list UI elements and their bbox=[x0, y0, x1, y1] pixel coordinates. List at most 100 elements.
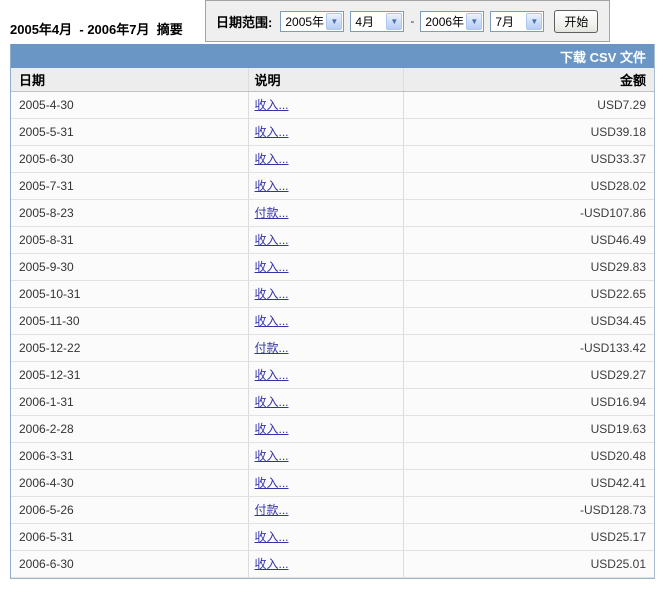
description-link[interactable]: 收入... bbox=[255, 179, 289, 193]
table-row: 2006-5-31 收入... USD25.17 bbox=[11, 523, 654, 551]
row-description-cell: 收入... bbox=[247, 523, 403, 551]
row-date: 2006-5-31 bbox=[11, 523, 248, 551]
description-link[interactable]: 付款... bbox=[255, 503, 289, 517]
row-date: 2006-1-31 bbox=[11, 388, 248, 416]
description-link[interactable]: 收入... bbox=[255, 152, 289, 166]
table-row: 2005-5-31 收入... USD39.18 bbox=[11, 118, 654, 146]
description-link[interactable]: 付款... bbox=[255, 206, 289, 220]
row-date: 2005-10-31 bbox=[11, 280, 248, 308]
end-month-value: 7月 bbox=[495, 14, 515, 29]
col-header-date: 日期 bbox=[11, 68, 248, 92]
chevron-down-icon: ▼ bbox=[466, 12, 483, 30]
end-month-select[interactable]: 7月 ▼ bbox=[490, 10, 545, 32]
table-row: 2005-9-30 收入... USD29.83 bbox=[11, 253, 654, 281]
description-link[interactable]: 收入... bbox=[255, 395, 289, 409]
table-row: 2005-8-31 收入... USD46.49 bbox=[11, 226, 654, 254]
row-description-cell: 收入... bbox=[247, 550, 403, 578]
description-link[interactable]: 收入... bbox=[255, 314, 289, 328]
date-range-label: 日期范围: bbox=[216, 14, 273, 30]
row-description-cell: 收入... bbox=[247, 226, 403, 254]
description-link[interactable]: 收入... bbox=[255, 233, 289, 247]
row-date: 2005-12-22 bbox=[11, 334, 248, 362]
row-date: 2005-4-30 bbox=[11, 91, 248, 119]
row-description-cell: 收入... bbox=[247, 442, 403, 470]
download-csv-link[interactable]: 下载 CSV 文件 bbox=[560, 47, 646, 66]
row-amount: USD28.02 bbox=[402, 172, 654, 200]
start-button[interactable]: 开始 bbox=[554, 9, 599, 33]
table-body: 2005-4-30 收入... USD7.29 2005-5-31 收入... USD39… bbox=[11, 91, 654, 578]
row-amount: USD39.18 bbox=[402, 118, 654, 146]
row-amount: USD25.01 bbox=[402, 550, 654, 578]
row-description-cell: 收入... bbox=[247, 118, 403, 146]
end-year-select[interactable]: 2006年 ▼ bbox=[420, 10, 485, 32]
row-date: 2005-9-30 bbox=[11, 253, 248, 281]
table-row: 2005-6-30 收入... USD33.37 bbox=[11, 145, 654, 173]
chevron-down-icon: ▼ bbox=[326, 12, 343, 30]
chevron-down-icon: ▼ bbox=[386, 12, 403, 30]
row-amount: USD33.37 bbox=[402, 145, 654, 173]
description-link[interactable]: 收入... bbox=[255, 557, 289, 571]
row-amount: USD42.41 bbox=[402, 469, 654, 497]
row-amount: USD7.29 bbox=[402, 91, 654, 119]
table-row: 2005-10-31 收入... USD22.65 bbox=[11, 280, 654, 308]
table-header-row: 日期 说明 金额 bbox=[11, 68, 654, 92]
row-amount: USD22.65 bbox=[402, 280, 654, 308]
table-header-bar: 下载 CSV 文件 bbox=[11, 44, 654, 68]
date-range-panel: 日期范围: 2005年 ▼ 4月 ▼ - 2006年 ▼ 7月 ▼ 开始 bbox=[205, 0, 610, 42]
row-description-cell: 收入... bbox=[247, 253, 403, 281]
row-description-cell: 收入... bbox=[247, 145, 403, 173]
table-row: 2005-8-23 付款... -USD107.86 bbox=[11, 199, 654, 227]
row-description-cell: 收入... bbox=[247, 172, 403, 200]
row-amount: USD25.17 bbox=[402, 523, 654, 551]
table-row: 2006-2-28 收入... USD19.63 bbox=[11, 415, 654, 443]
transactions-table: 日期 说明 金额 2005-4-30 收入... USD7.29 2005-5-31 收… bbox=[11, 68, 654, 578]
row-description-cell: 收入... bbox=[247, 307, 403, 335]
row-date: 2005-8-23 bbox=[11, 199, 248, 227]
start-year-value: 2005年 bbox=[285, 14, 325, 29]
description-link[interactable]: 收入... bbox=[255, 368, 289, 382]
row-description-cell: 收入... bbox=[247, 388, 403, 416]
table-row: 2006-6-30 收入... USD25.01 bbox=[11, 550, 654, 578]
table-row: 2005-12-22 付款... -USD133.42 bbox=[11, 334, 654, 362]
row-date: 2005-5-31 bbox=[11, 118, 248, 146]
row-amount: -USD128.73 bbox=[402, 496, 654, 524]
row-description-cell: 收入... bbox=[247, 361, 403, 389]
row-amount: USD34.45 bbox=[402, 307, 654, 335]
start-month-select[interactable]: 4月 ▼ bbox=[350, 10, 405, 32]
description-link[interactable]: 收入... bbox=[255, 98, 289, 112]
table-row: 2005-7-31 收入... USD28.02 bbox=[11, 172, 654, 200]
start-year-select[interactable]: 2005年 ▼ bbox=[280, 10, 345, 32]
table-row: 2005-12-31 收入... USD29.27 bbox=[11, 361, 654, 389]
description-link[interactable]: 收入... bbox=[255, 530, 289, 544]
row-description-cell: 收入... bbox=[247, 280, 403, 308]
row-date: 2006-5-26 bbox=[11, 496, 248, 524]
description-link[interactable]: 收入... bbox=[255, 422, 289, 436]
row-date: 2006-6-30 bbox=[11, 550, 248, 578]
start-month-value: 4月 bbox=[355, 14, 375, 29]
end-year-value: 2006年 bbox=[425, 14, 465, 29]
row-description-cell: 付款... bbox=[247, 334, 403, 362]
description-link[interactable]: 收入... bbox=[255, 476, 289, 490]
row-description-cell: 付款... bbox=[247, 199, 403, 227]
description-link[interactable]: 收入... bbox=[255, 287, 289, 301]
row-amount: USD46.49 bbox=[402, 226, 654, 254]
row-date: 2005-6-30 bbox=[11, 145, 248, 173]
chevron-down-icon: ▼ bbox=[526, 12, 543, 30]
row-amount: -USD107.86 bbox=[402, 199, 654, 227]
row-date: 2006-4-30 bbox=[11, 469, 248, 497]
table-row: 2005-11-30 收入... USD34.45 bbox=[11, 307, 654, 335]
row-date: 2006-2-28 bbox=[11, 415, 248, 443]
row-amount: USD29.83 bbox=[402, 253, 654, 281]
table-row: 2006-5-26 付款... -USD128.73 bbox=[11, 496, 654, 524]
description-link[interactable]: 收入... bbox=[255, 125, 289, 139]
row-description-cell: 收入... bbox=[247, 91, 403, 119]
row-date: 2006-3-31 bbox=[11, 442, 248, 470]
row-date: 2005-7-31 bbox=[11, 172, 248, 200]
row-description-cell: 收入... bbox=[247, 469, 403, 497]
description-link[interactable]: 付款... bbox=[255, 341, 289, 355]
description-link[interactable]: 收入... bbox=[255, 449, 289, 463]
table-row: 2006-1-31 收入... USD16.94 bbox=[11, 388, 654, 416]
row-date: 2005-12-31 bbox=[11, 361, 248, 389]
date-range-separator: - bbox=[410, 14, 415, 28]
description-link[interactable]: 收入... bbox=[255, 260, 289, 274]
